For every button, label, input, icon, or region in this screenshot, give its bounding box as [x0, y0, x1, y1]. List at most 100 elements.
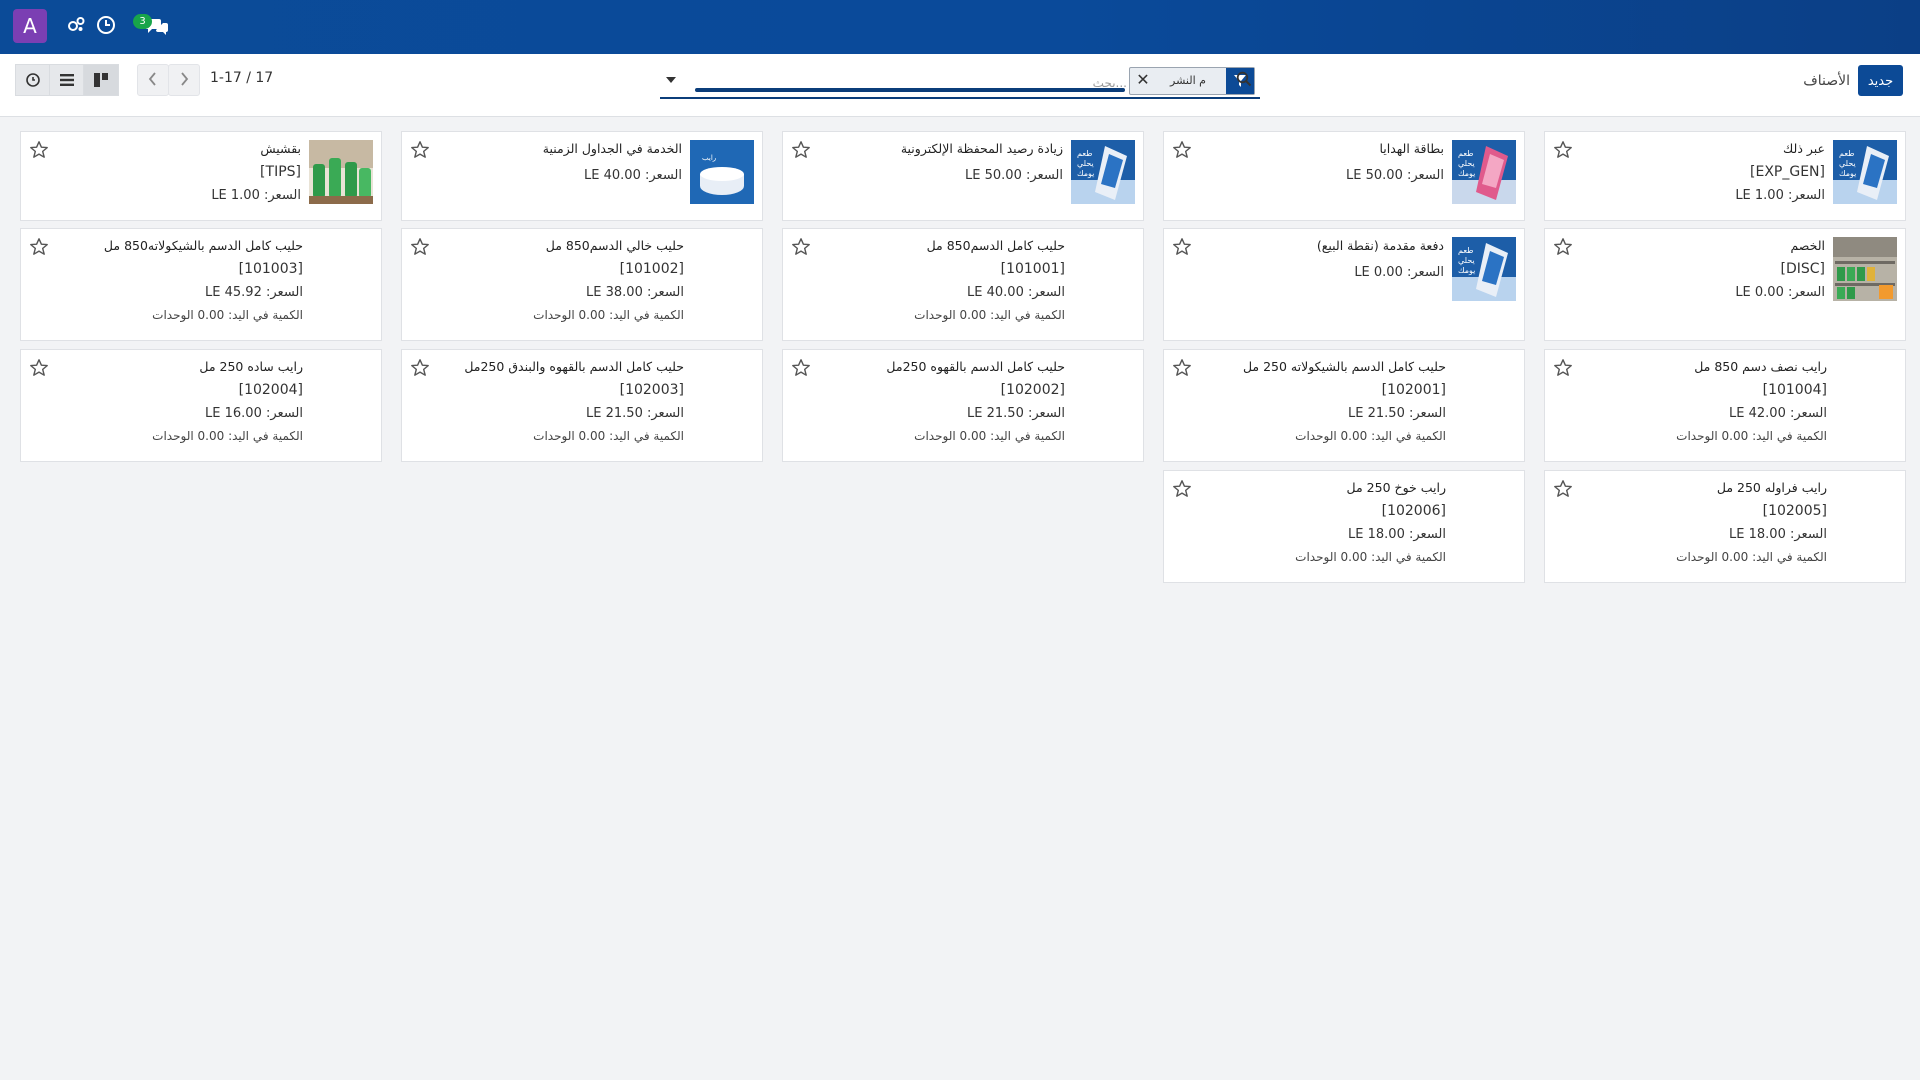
product-card[interactable]: رايب الخدمة في الجداول الزمنية السعر: LE 4…: [401, 131, 763, 221]
svg-text:يحلي: يحلي: [1839, 159, 1856, 168]
product-price: السعر: LE 40.00: [584, 168, 682, 183]
product-card[interactable]: حليب خالي الدسم850 مل [101002] السعر: LE 3…: [401, 228, 763, 341]
product-card[interactable]: الخصم [DISC] السعر: LE 0.00: [1544, 228, 1906, 341]
facet-remove-icon[interactable]: ✕: [1134, 70, 1152, 90]
product-code: [101004]: [1762, 382, 1827, 398]
favorite-star-icon[interactable]: [29, 140, 49, 160]
favorite-star-icon[interactable]: [410, 237, 430, 257]
pager-previous-button[interactable]: [137, 64, 169, 96]
pager-next-button[interactable]: [168, 64, 200, 96]
product-name: رايب نصف دسم 850 مل: [1694, 359, 1827, 374]
product-name: حليب كامل الدسم بالقهوه والبندق 250مل: [464, 359, 684, 374]
product-card[interactable]: حليب كامل الدسم بالشيكولاته 250 مل [10200…: [1163, 349, 1525, 462]
kanban-icon: [94, 73, 108, 87]
product-price: السعر: LE 40.00: [967, 285, 1065, 300]
favorite-star-icon[interactable]: [410, 358, 430, 378]
new-button[interactable]: جديد: [1858, 65, 1903, 96]
app-avatar[interactable]: A: [13, 9, 47, 43]
product-card[interactable]: بقشيش [TIPS] السعر: LE 1.00: [20, 131, 382, 221]
product-image: طعم يحلي يومك: [1071, 140, 1135, 204]
search-bar-border: [660, 97, 1260, 99]
product-price: السعر: LE 21.50: [1348, 406, 1446, 421]
product-name: زيادة رصيد المحفظة الإلكترونية: [900, 141, 1063, 156]
product-quantity: الكمية في اليد: 0.00 الوحدات: [533, 308, 684, 322]
product-quantity: الكمية في اليد: 0.00 الوحدات: [533, 429, 684, 443]
product-card[interactable]: طعم يحلي يومك عبر ذلك [EXP_GEN] السعر: LE 1.0…: [1544, 131, 1906, 221]
search-options-caret[interactable]: [666, 77, 676, 83]
product-price: السعر: LE 1.00: [1735, 188, 1825, 203]
product-quantity: الكمية في اليد: 0.00 الوحدات: [1676, 429, 1827, 443]
product-code: [TIPS]: [260, 164, 301, 180]
favorite-star-icon[interactable]: [1553, 479, 1573, 499]
svg-text:طعم: طعم: [1458, 149, 1474, 158]
favorite-star-icon[interactable]: [1172, 237, 1192, 257]
product-card[interactable]: رايب نصف دسم 850 مل [101004] السعر: LE 42.…: [1544, 349, 1906, 462]
product-image: رايب: [690, 140, 754, 204]
svg-text:يحلي: يحلي: [1458, 159, 1475, 168]
product-code: [102005]: [1762, 503, 1827, 519]
product-card[interactable]: رايب خوخ 250 مل [102006] السعر: LE 18.00 ال…: [1163, 470, 1525, 583]
product-price: السعر: LE 18.00: [1729, 527, 1827, 542]
favorite-star-icon[interactable]: [1553, 140, 1573, 160]
product-name: رايب ساده 250 مل: [199, 359, 303, 374]
favorite-star-icon[interactable]: [1553, 358, 1573, 378]
product-price: السعر: LE 0.00: [1354, 265, 1444, 280]
svg-text:يومك: يومك: [1458, 266, 1475, 275]
activity-view-button[interactable]: [15, 64, 51, 96]
favorite-star-icon[interactable]: [1172, 140, 1192, 160]
product-code: [102002]: [1000, 382, 1065, 398]
product-price: السعر: LE 21.50: [586, 406, 684, 421]
product-image: طعم يحلي يومك: [1452, 140, 1516, 204]
product-quantity: الكمية في اليد: 0.00 الوحدات: [1295, 550, 1446, 564]
favorite-star-icon[interactable]: [1172, 479, 1192, 499]
product-quantity: الكمية في اليد: 0.00 الوحدات: [914, 308, 1065, 322]
favorite-star-icon[interactable]: [1553, 237, 1573, 257]
product-quantity: الكمية في اليد: 0.00 الوحدات: [152, 308, 303, 322]
product-card[interactable]: حليب كامل الدسم بالقهوه والبندق 250مل [10…: [401, 349, 763, 462]
activity-icon[interactable]: [66, 15, 90, 39]
product-quantity: الكمية في اليد: 0.00 الوحدات: [914, 429, 1065, 443]
pager-value[interactable]: 1-17 / 17: [210, 70, 273, 86]
facet-label: م النشر: [1170, 74, 1206, 87]
product-name: الخدمة في الجداول الزمنية: [542, 141, 682, 156]
product-name: دفعة مقدمة (نقطة البيع): [1316, 238, 1444, 253]
product-code: [101001]: [1000, 261, 1065, 277]
product-card[interactable]: رايب ساده 250 مل [102004] السعر: LE 16.00 ا…: [20, 349, 382, 462]
product-code: [EXP_GEN]: [1750, 164, 1825, 180]
favorite-star-icon[interactable]: [29, 237, 49, 257]
svg-text:يحلي: يحلي: [1077, 159, 1094, 168]
product-name: بطاقة الهدايا: [1379, 141, 1444, 156]
favorite-star-icon[interactable]: [791, 237, 811, 257]
product-quantity: الكمية في اليد: 0.00 الوحدات: [1676, 550, 1827, 564]
chevron-right-icon: [181, 72, 189, 86]
chevron-left-icon: [148, 72, 156, 86]
search-icon[interactable]: [1236, 71, 1252, 87]
product-card[interactable]: طعم يحلي يومك دفعة مقدمة (نقطة البيع) السعر:…: [1163, 228, 1525, 341]
favorite-star-icon[interactable]: [1172, 358, 1192, 378]
product-name: عبر ذلك: [1782, 141, 1825, 156]
svg-text:طعم: طعم: [1077, 149, 1093, 158]
product-card[interactable]: رايب فراوله 250 مل [102005] السعر: LE 18.0…: [1544, 470, 1906, 583]
notification-badge: 3: [133, 14, 152, 29]
favorite-star-icon[interactable]: [791, 140, 811, 160]
product-card[interactable]: حليب كامل الدسم850 مل [101001] السعر: LE 4…: [782, 228, 1144, 341]
svg-text:يومك: يومك: [1458, 169, 1475, 178]
product-card[interactable]: حليب كامل الدسم بالشيكولاته850 مل [101003…: [20, 228, 382, 341]
product-price: السعر: LE 1.00: [211, 188, 301, 203]
product-code: [DISC]: [1780, 261, 1825, 277]
clock-icon[interactable]: [96, 15, 120, 39]
search-input-underline: [695, 88, 1125, 92]
favorite-star-icon[interactable]: [410, 140, 430, 160]
list-view-button[interactable]: [49, 64, 85, 96]
list-icon: [60, 74, 74, 86]
product-card[interactable]: حليب كامل الدسم بالقهوه 250مل [102002] الس…: [782, 349, 1144, 462]
kanban-view-button[interactable]: [83, 64, 119, 96]
favorite-star-icon[interactable]: [29, 358, 49, 378]
favorite-star-icon[interactable]: [791, 358, 811, 378]
product-name: الخصم: [1790, 238, 1825, 253]
product-card[interactable]: طعم يحلي يومك بطاقة الهدايا السعر: LE 50.00: [1163, 131, 1525, 221]
product-code: [102001]: [1381, 382, 1446, 398]
product-card[interactable]: طعم يحلي يومك زيادة رصيد المحفظة الإلكتروني…: [782, 131, 1144, 221]
svg-text:يومك: يومك: [1839, 169, 1856, 178]
product-code: [101003]: [238, 261, 303, 277]
